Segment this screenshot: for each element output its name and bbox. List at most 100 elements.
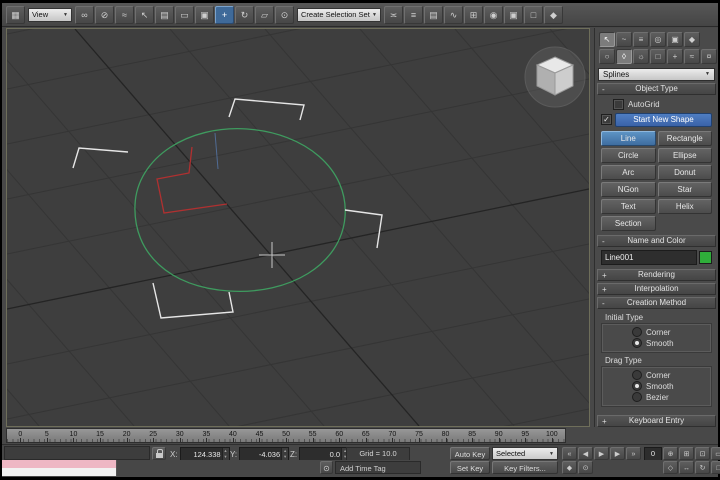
object-type-donut-button[interactable]: Donut bbox=[658, 165, 713, 180]
splines-dropdown[interactable]: Splines ▼ bbox=[598, 68, 715, 81]
pan-icon[interactable]: ↔ bbox=[679, 461, 694, 474]
time-tag-clock-icon[interactable]: ⊙ bbox=[320, 461, 333, 474]
y-field[interactable]: -4.036 bbox=[239, 447, 289, 461]
object-color-swatch[interactable] bbox=[699, 251, 712, 264]
mirror-icon[interactable]: ≍ bbox=[384, 6, 403, 24]
object-type-ellipse-button[interactable]: Ellipse bbox=[658, 148, 713, 163]
start-new-shape-checkbox[interactable] bbox=[601, 114, 612, 125]
rollout-object-type[interactable]: - Object Type bbox=[597, 83, 716, 95]
maxscript-listener-output[interactable] bbox=[2, 468, 117, 476]
go-to-end-button[interactable]: » bbox=[626, 447, 641, 460]
window-crossing-icon[interactable]: ▣ bbox=[195, 6, 214, 24]
timeline-tick[interactable]: 0 bbox=[7, 429, 34, 442]
key-mode-toggle-button[interactable]: ◆ bbox=[562, 461, 577, 474]
category-cameras[interactable]: □ bbox=[650, 49, 666, 64]
perspective-viewport[interactable] bbox=[6, 28, 590, 427]
zoom-icon[interactable]: ⊕ bbox=[663, 447, 678, 460]
current-frame-field[interactable]: 0 bbox=[644, 447, 662, 461]
spinner-icon[interactable] bbox=[222, 448, 229, 460]
object-type-star-button[interactable]: Star bbox=[658, 182, 713, 197]
timeline-tick[interactable]: 35 bbox=[193, 429, 220, 442]
select-and-scale-icon[interactable]: ▱ bbox=[255, 6, 274, 24]
tab-utilities[interactable]: ◆ bbox=[684, 32, 700, 47]
object-type-text-button[interactable]: Text bbox=[601, 199, 656, 214]
unlink-selection-icon[interactable]: ⊘ bbox=[95, 6, 114, 24]
timeline-tick[interactable]: 50 bbox=[273, 429, 300, 442]
category-space-warps[interactable]: ≈ bbox=[684, 49, 700, 64]
radio-smooth[interactable]: Smooth bbox=[632, 381, 711, 392]
object-type-ngon-button[interactable]: NGon bbox=[601, 182, 656, 197]
category-lights[interactable]: ☼ bbox=[633, 49, 649, 64]
render-setup-icon[interactable]: ▣ bbox=[504, 6, 523, 24]
select-and-move-icon[interactable]: + bbox=[215, 6, 234, 24]
object-type-line-button[interactable]: Line bbox=[601, 131, 656, 146]
object-type-circle-button[interactable]: Circle bbox=[601, 148, 656, 163]
timeline-tick[interactable]: 45 bbox=[246, 429, 273, 442]
tab-create[interactable]: ↖ bbox=[599, 32, 615, 47]
rollout-creation-method[interactable]: - Creation Method bbox=[597, 297, 716, 309]
bind-to-space-warp-icon[interactable]: ≈ bbox=[115, 6, 134, 24]
object-name-field[interactable]: Line001 bbox=[601, 250, 697, 265]
set-key-button[interactable]: Set Key bbox=[450, 461, 490, 474]
layer-manager-icon[interactable]: ▤ bbox=[424, 6, 443, 24]
maxscript-listener-input[interactable] bbox=[2, 460, 117, 468]
rollout-rendering[interactable]: + Rendering bbox=[597, 269, 716, 281]
category-systems[interactable]: ¤ bbox=[701, 49, 717, 64]
play-button[interactable]: ▶ bbox=[594, 447, 609, 460]
radio-corner[interactable]: Corner bbox=[632, 370, 711, 381]
use-pivot-center-icon[interactable]: ⊙ bbox=[275, 6, 294, 24]
field-of-view-icon[interactable]: ◇ bbox=[663, 461, 678, 474]
radio-corner[interactable]: Corner bbox=[632, 327, 711, 338]
spline-object[interactable] bbox=[135, 129, 345, 292]
timeline-tick[interactable]: 85 bbox=[459, 429, 486, 442]
timeline-tick[interactable]: 30 bbox=[166, 429, 193, 442]
material-editor-icon[interactable]: ◉ bbox=[484, 6, 503, 24]
zoom-extents-icon[interactable]: ⊡ bbox=[695, 447, 710, 460]
rollout-keyboard-entry[interactable]: + Keyboard Entry bbox=[597, 415, 716, 427]
timeline-tick[interactable]: 95 bbox=[512, 429, 539, 442]
category-helpers[interactable]: + bbox=[667, 49, 683, 64]
view-dropdown[interactable]: View▼ bbox=[28, 8, 72, 22]
time-configuration-button[interactable]: ⊙ bbox=[578, 461, 593, 474]
timeline-tick[interactable]: 10 bbox=[60, 429, 87, 442]
zoom-all-icon[interactable]: ⊞ bbox=[679, 447, 694, 460]
orbit-icon[interactable]: ↻ bbox=[695, 461, 710, 474]
radio-bezier[interactable]: Bezier bbox=[632, 392, 711, 403]
timeline-tick[interactable]: 15 bbox=[87, 429, 114, 442]
schematic-flow-icon[interactable]: ⊞ bbox=[464, 6, 483, 24]
timeline-tick[interactable]: 80 bbox=[432, 429, 459, 442]
viewcube[interactable] bbox=[525, 47, 585, 107]
radio-smooth[interactable]: Smooth bbox=[632, 338, 711, 349]
add-time-tag[interactable]: Add Time Tag bbox=[335, 461, 421, 474]
tab-modify[interactable]: ~ bbox=[616, 32, 632, 47]
key-filters-button[interactable]: Key Filters... bbox=[492, 461, 558, 474]
rollout-name-and-color[interactable]: - Name and Color bbox=[597, 235, 716, 247]
rollout-interpolation[interactable]: + Interpolation bbox=[597, 283, 716, 295]
timeline-tick[interactable]: 75 bbox=[406, 429, 433, 442]
object-type-arc-button[interactable]: Arc bbox=[601, 165, 656, 180]
timeline-tick[interactable]: 40 bbox=[220, 429, 247, 442]
schematic-view-icon[interactable]: ▦ bbox=[6, 6, 25, 24]
tab-hierarchy[interactable]: ≡ bbox=[633, 32, 649, 47]
timeline-tick[interactable]: 65 bbox=[353, 429, 380, 442]
start-new-shape-button[interactable]: Start New Shape bbox=[615, 113, 712, 127]
curve-editor-icon[interactable]: ∿ bbox=[444, 6, 463, 24]
timeline-tick[interactable]: 20 bbox=[113, 429, 140, 442]
maximize-viewport-icon[interactable]: □ bbox=[711, 461, 720, 474]
render-production-icon[interactable]: ◆ bbox=[544, 6, 563, 24]
tab-motion[interactable]: ◎ bbox=[650, 32, 666, 47]
timeline-tick[interactable]: 55 bbox=[299, 429, 326, 442]
select-object-icon[interactable]: ↖ bbox=[135, 6, 154, 24]
select-and-rotate-icon[interactable]: ↻ bbox=[235, 6, 254, 24]
timeline-tick[interactable]: 25 bbox=[140, 429, 167, 442]
timeline-tick[interactable]: 5 bbox=[34, 429, 61, 442]
category-geometry[interactable]: ○ bbox=[599, 49, 615, 64]
spinner-icon[interactable] bbox=[281, 448, 288, 460]
timeline-tick[interactable]: 70 bbox=[379, 429, 406, 442]
timeline-tick[interactable]: 90 bbox=[485, 429, 512, 442]
autogrid-checkbox[interactable] bbox=[613, 99, 624, 110]
selection-lock-icon[interactable] bbox=[152, 447, 166, 460]
selection-set-dropdown[interactable]: Create Selection Set▼ bbox=[297, 8, 381, 22]
object-type-rectangle-button[interactable]: Rectangle bbox=[658, 131, 713, 146]
timeline-ruler[interactable]: 0510152025303540455055606570758085909510… bbox=[6, 428, 566, 443]
